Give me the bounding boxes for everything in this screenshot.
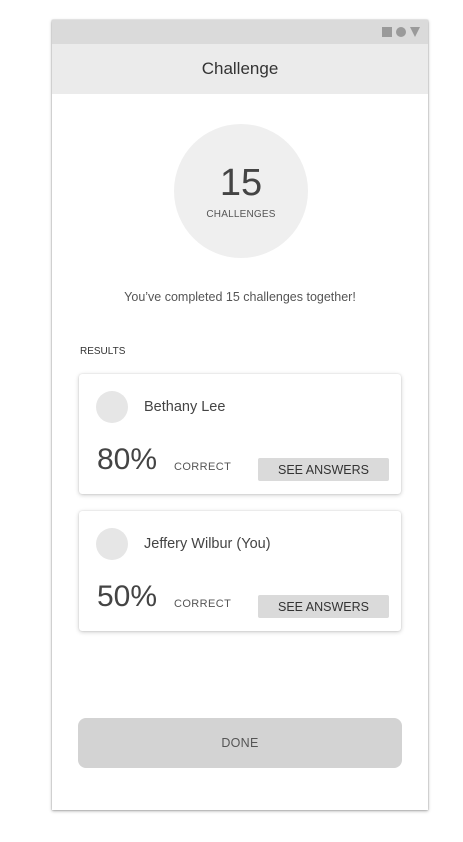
results-heading: RESULTS <box>80 346 126 357</box>
triangle-icon <box>410 27 420 37</box>
square-icon <box>382 27 392 37</box>
person-name: Jeffery Wilbur (You) <box>144 536 271 552</box>
score-percent: 50% <box>97 580 158 613</box>
challenge-count-circle: 15 CHALLENGES <box>174 124 308 258</box>
app-bar: Challenge <box>52 44 428 94</box>
score-percent: 80% <box>97 443 158 476</box>
summary-text: You’ve completed 15 challenges together! <box>124 290 356 304</box>
see-answers-button[interactable]: SEE ANSWERS <box>258 458 389 481</box>
result-card: Bethany Lee 80% CORRECT SEE ANSWERS <box>79 374 401 494</box>
see-answers-button[interactable]: SEE ANSWERS <box>258 595 389 618</box>
score-label: CORRECT <box>174 598 232 610</box>
challenge-count: 15 <box>219 161 263 204</box>
done-button[interactable]: DONE <box>78 718 402 768</box>
challenge-count-label: CHALLENGES <box>206 208 276 220</box>
score-label: CORRECT <box>174 461 232 473</box>
status-icons <box>382 27 420 37</box>
person-name: Bethany Lee <box>144 399 226 415</box>
result-card: Jeffery Wilbur (You) 50% CORRECT SEE ANS… <box>79 511 401 631</box>
status-bar <box>52 20 428 44</box>
page-title: Challenge <box>201 59 279 78</box>
avatar <box>96 528 128 560</box>
phone-frame: Challenge 15 CHALLENGES You’ve completed… <box>52 20 428 810</box>
avatar <box>96 391 128 423</box>
circle-icon <box>396 27 406 37</box>
